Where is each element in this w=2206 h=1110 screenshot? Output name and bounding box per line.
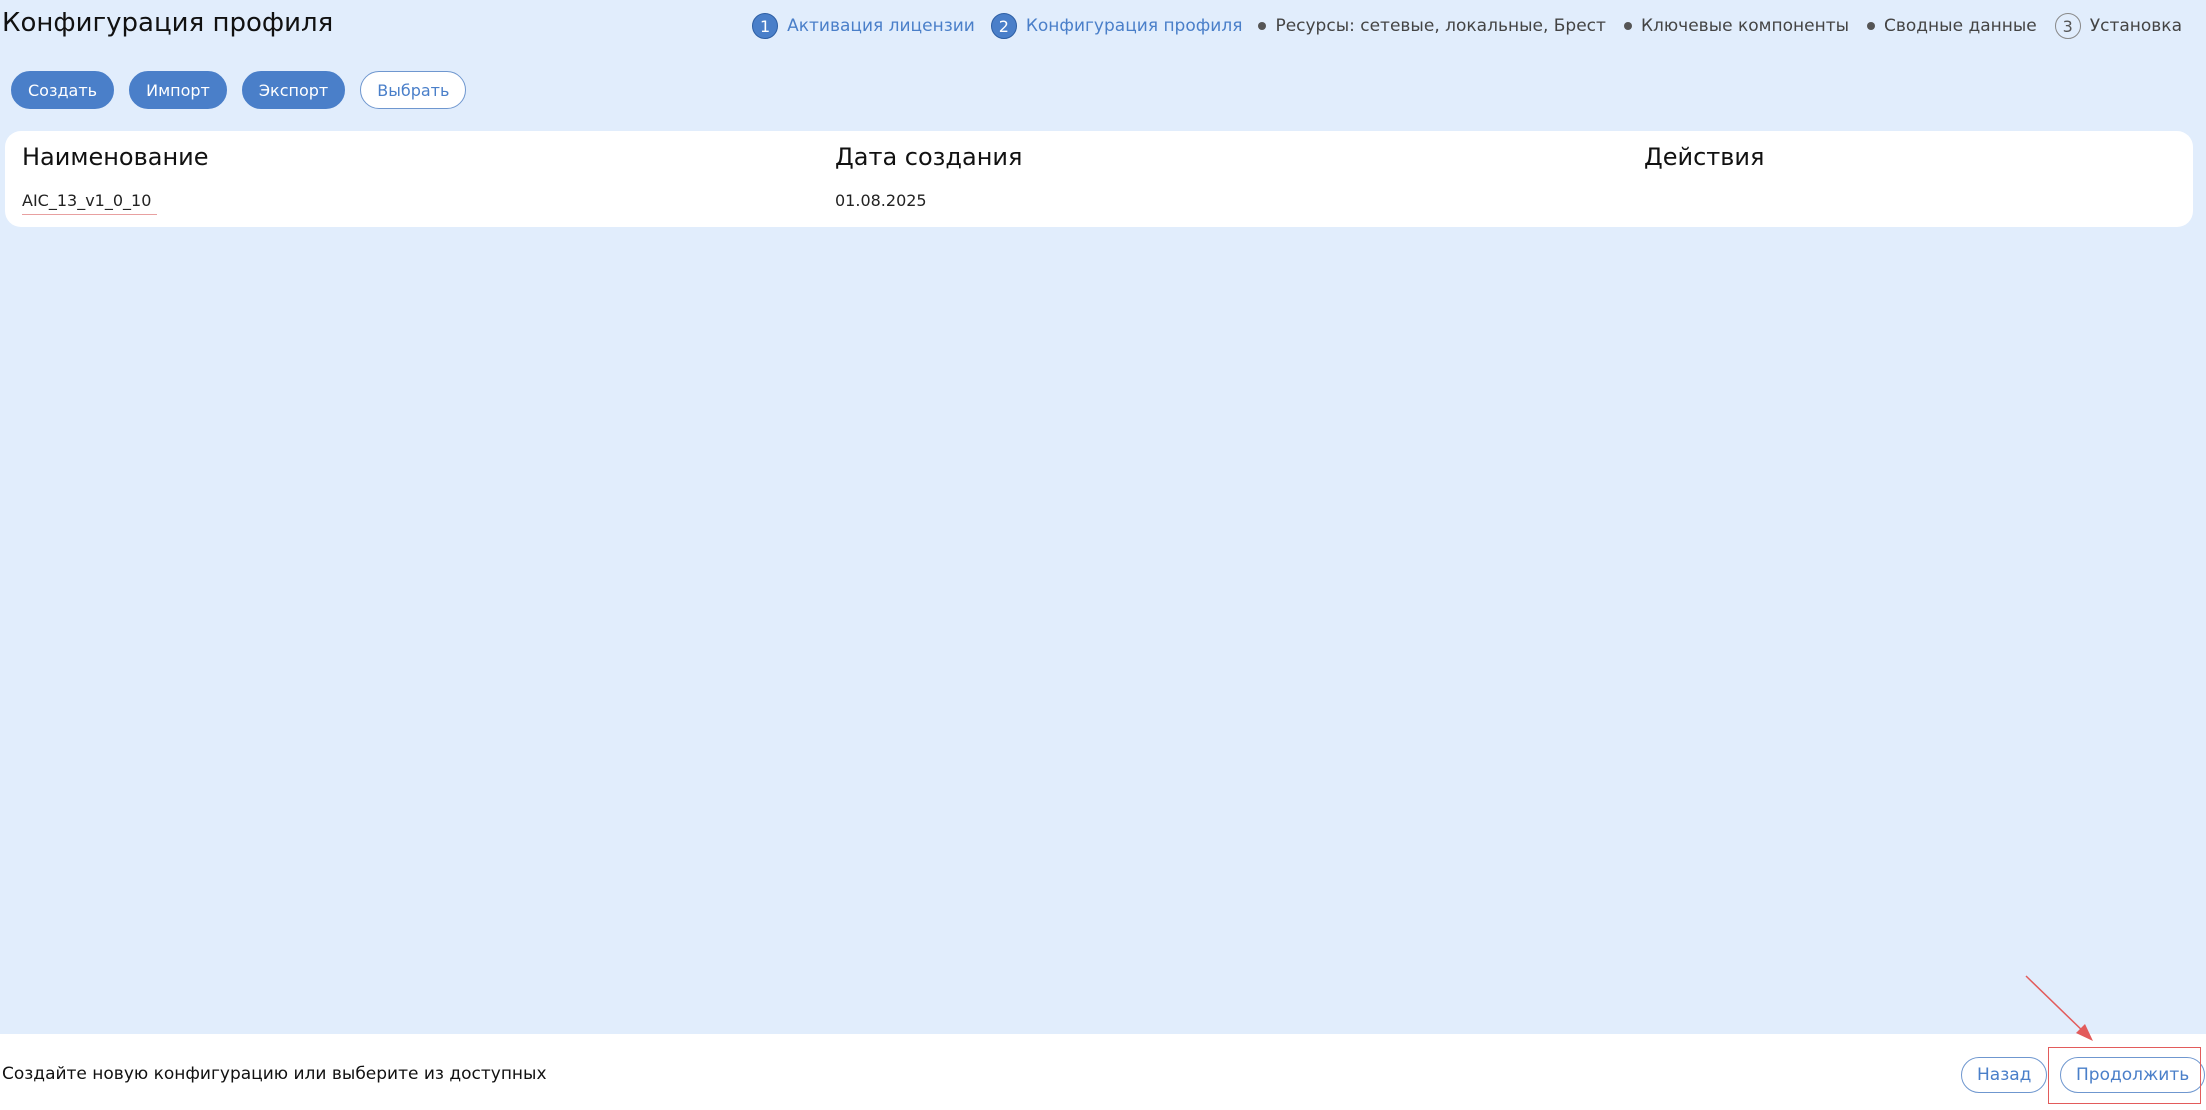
table-cell-created: 01.08.2025 (835, 191, 927, 210)
column-header-name[interactable]: Наименование (22, 143, 209, 171)
step-profile-configuration[interactable]: 2 Конфигурация профиля (990, 13, 1243, 39)
step-license-activation[interactable]: 1 Активация лицензии (752, 13, 975, 39)
footer-hint: Создайте новую конфигурацию или выберите… (2, 1064, 547, 1084)
substep-key-components[interactable]: Ключевые компоненты (1623, 16, 1850, 36)
substep-label: Ключевые компоненты (1640, 16, 1850, 36)
step-number-badge: 2 (990, 13, 1017, 39)
continue-button[interactable]: Продолжить (2060, 1057, 2206, 1093)
back-button[interactable]: Назад (1961, 1057, 2048, 1093)
create-button[interactable]: Создать (11, 71, 115, 109)
select-button[interactable]: Выбрать (360, 71, 467, 109)
substep-label: Ресурсы: сетевые, локальные, Брест (1275, 16, 1606, 36)
step-number-badge: 3 (2054, 13, 2081, 39)
bullet-dot-icon (1258, 22, 1267, 30)
step-label: Установка (2089, 16, 2182, 36)
bullet-dot-icon (1867, 22, 1876, 30)
page-title: Конфигурация профиля (2, 8, 334, 38)
step-number-badge: 1 (752, 13, 779, 39)
profiles-table: Наименование Дата создания Действия AIC_… (5, 131, 2193, 227)
wizard-stepper: 1 Активация лицензии 2 Конфигурация проф… (752, 12, 2182, 40)
substep-label: Сводные данные (1884, 16, 2037, 36)
substep-summary[interactable]: Сводные данные (1867, 16, 2037, 36)
toolbar: Создать Импорт Экспорт Выбрать (11, 71, 481, 109)
import-button[interactable]: Импорт (129, 71, 227, 109)
step-installation[interactable]: 3 Установка (2054, 13, 2182, 39)
export-button[interactable]: Экспорт (241, 71, 346, 109)
column-header-created[interactable]: Дата создания (835, 143, 1022, 171)
bullet-dot-icon (1623, 22, 1632, 30)
footer-bar: Создайте новую конфигурацию или выберите… (0, 1034, 2206, 1110)
column-header-actions: Действия (1644, 143, 1765, 171)
substep-resources[interactable]: Ресурсы: сетевые, локальные, Брест (1258, 16, 1606, 36)
main-area: Конфигурация профиля 1 Активация лицензи… (0, 0, 2206, 1034)
table-cell-name[interactable]: AIC_13_v1_0_10 (22, 191, 158, 215)
step-label: Конфигурация профиля (1025, 16, 1243, 36)
step-label: Активация лицензии (787, 16, 975, 36)
